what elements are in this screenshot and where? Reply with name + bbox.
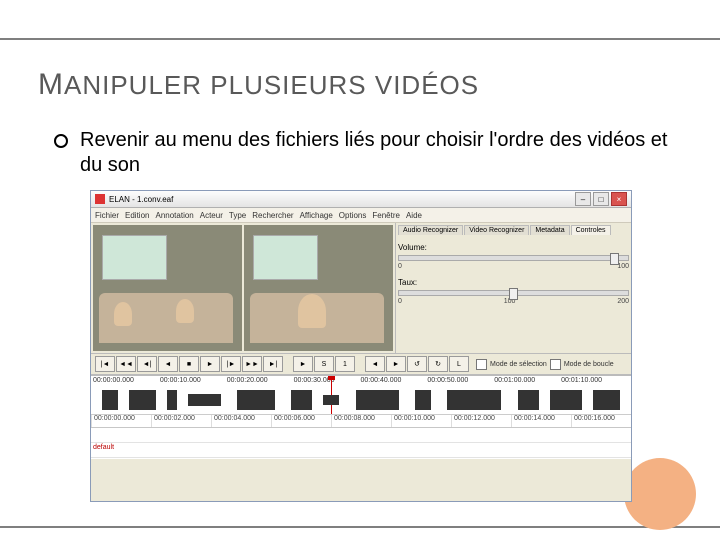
elan-screenshot: ELAN - 1.conv.eaf – □ × Fichier Edition … [90,190,632,502]
transport-button[interactable]: ↻ [428,356,448,372]
transport-button[interactable]: ↺ [407,356,427,372]
transport-button[interactable]: |► [221,356,241,372]
window-titlebar: ELAN - 1.conv.eaf – □ × [91,191,631,208]
selection-mode-label: Mode de sélection [490,361,547,368]
transport-button[interactable]: ◄ [158,356,178,372]
volume-slider[interactable] [398,255,629,261]
transport-button[interactable]: ■ [179,356,199,372]
tab-video-recognizer[interactable]: Video Recognizer [464,225,529,235]
transport-button[interactable]: ►► [242,356,262,372]
slide-title: MANIPULER PLUSIEURS VIDÉOS [38,68,479,102]
video-viewer-2[interactable] [244,225,393,351]
menu-item[interactable]: Affichage [300,211,333,220]
transport-bar: |◄ ◄◄ ◄| ◄ ■ ► |► ►► ►| ► S 1 ◄ ► ↺ ↻ L … [91,353,631,375]
transport-button[interactable]: L [449,356,469,372]
transport-button[interactable]: ◄◄ [116,356,136,372]
timeline: 00:00:00.000 00:00:10.000 00:00:20.000 0… [91,375,631,459]
bullet-text: Revenir au menu des fichiers liés pour c… [80,128,680,178]
rate-label: Taux: [398,278,629,287]
loop-mode-label: Mode de boucle [564,361,614,368]
transport-button[interactable]: S [314,356,334,372]
menu-bar: Fichier Edition Annotation Acteur Type R… [91,208,631,223]
menu-item[interactable]: Annotation [155,211,193,220]
transport-button[interactable]: ► [293,356,313,372]
menu-item[interactable]: Edition [125,211,149,220]
transport-button[interactable]: ►| [263,356,283,372]
transport-button[interactable]: ◄ [365,356,385,372]
menu-item[interactable]: Fichier [95,211,119,220]
video-viewer-1[interactable] [93,225,242,351]
menu-item[interactable]: Options [339,211,367,220]
tab-controles[interactable]: Controles [571,225,611,235]
video-panels [91,223,395,353]
maximize-button[interactable]: □ [593,192,609,206]
tab-metadata[interactable]: Metadata [530,225,569,235]
transport-button[interactable]: |◄ [95,356,115,372]
close-button[interactable]: × [611,192,627,206]
menu-item[interactable]: Rechercher [252,211,293,220]
waveform-viewer[interactable]: 00:00:00.000 00:00:10.000 00:00:20.000 0… [91,376,631,415]
window-title: ELAN - 1.conv.eaf [109,195,173,204]
selection-mode-checkbox[interactable] [476,359,487,370]
control-panel: Audio Recognizer Video Recognizer Metada… [395,223,631,353]
menu-item[interactable]: Type [229,211,246,220]
tier-label[interactable]: default [93,444,114,451]
rate-slider[interactable] [398,290,629,296]
app-icon [95,194,105,204]
transport-button[interactable]: ◄| [137,356,157,372]
transport-button[interactable]: 1 [335,356,355,372]
tab-audio-recognizer[interactable]: Audio Recognizer [398,225,463,235]
annotation-area[interactable]: 00:00:00.000 00:00:02.000 00:00:04.000 0… [91,415,631,459]
bullet-item: Revenir au menu des fichiers liés pour c… [54,128,680,178]
menu-item[interactable]: Aide [406,211,422,220]
transport-button[interactable]: ► [386,356,406,372]
accent-circle [624,458,696,530]
menu-item[interactable]: Acteur [200,211,223,220]
loop-mode-checkbox[interactable] [550,359,561,370]
minimize-button[interactable]: – [575,192,591,206]
transport-button[interactable]: ► [200,356,220,372]
volume-label: Volume: [398,243,629,252]
menu-item[interactable]: Fenêtre [372,211,400,220]
bullet-icon [54,134,68,148]
